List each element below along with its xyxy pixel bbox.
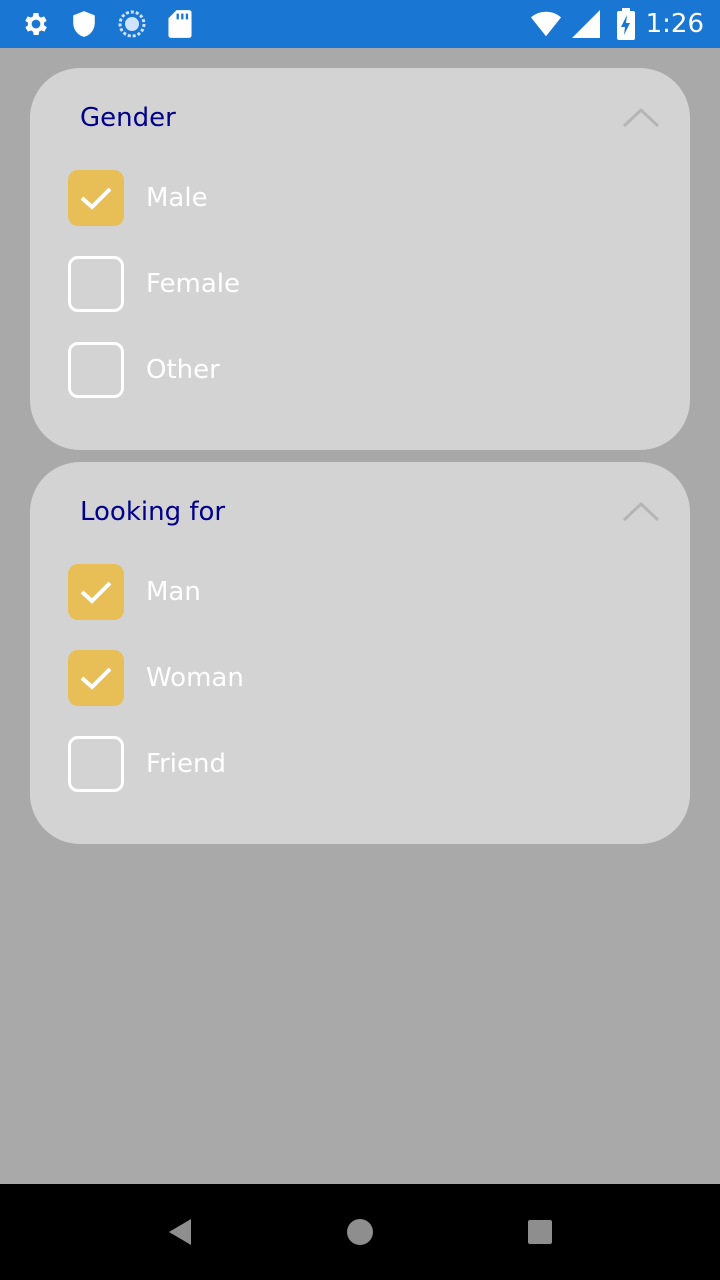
option-label: Female (146, 269, 241, 299)
home-icon[interactable] (342, 1214, 378, 1250)
status-bar: 1:26 (0, 0, 720, 48)
navigation-bar (0, 1184, 720, 1280)
gear-icon (20, 8, 52, 40)
sd-card-icon (164, 8, 196, 40)
option-label: Woman (146, 663, 244, 693)
option-label: Other (146, 355, 220, 385)
checkbox[interactable] (68, 256, 124, 312)
looking-for-panel: Looking for Man Woman Friend (30, 462, 690, 844)
back-icon[interactable] (162, 1214, 198, 1250)
gender-option-female[interactable]: Female (68, 253, 240, 315)
gender-option-other[interactable]: Other (68, 339, 220, 401)
checkbox[interactable] (68, 170, 124, 226)
sync-icon (116, 8, 148, 40)
checkbox[interactable] (68, 342, 124, 398)
collapse-chevron-up-icon[interactable] (622, 492, 660, 530)
check-icon (80, 187, 112, 210)
clock-time: 1:26 (645, 9, 704, 39)
gender-option-male[interactable]: Male (68, 167, 208, 229)
battery-charging-icon (610, 8, 642, 40)
checkbox[interactable] (68, 564, 124, 620)
option-label: Male (146, 183, 208, 213)
collapse-chevron-up-icon[interactable] (622, 98, 660, 136)
looking-for-option-woman[interactable]: Woman (68, 647, 244, 709)
option-label: Friend (146, 749, 226, 779)
signal-icon (570, 8, 602, 40)
checkbox[interactable] (68, 736, 124, 792)
checkbox[interactable] (68, 650, 124, 706)
looking-for-option-man[interactable]: Man (68, 561, 201, 623)
gender-title: Gender (80, 103, 176, 133)
option-label: Man (146, 577, 201, 607)
check-icon (80, 581, 112, 604)
looking-for-title: Looking for (80, 497, 226, 527)
looking-for-option-friend[interactable]: Friend (68, 733, 226, 795)
shield-icon (68, 8, 100, 40)
gender-panel: Gender Male Female Other (30, 68, 690, 450)
wifi-icon (530, 8, 562, 40)
recents-icon[interactable] (522, 1214, 558, 1250)
check-icon (80, 667, 112, 690)
